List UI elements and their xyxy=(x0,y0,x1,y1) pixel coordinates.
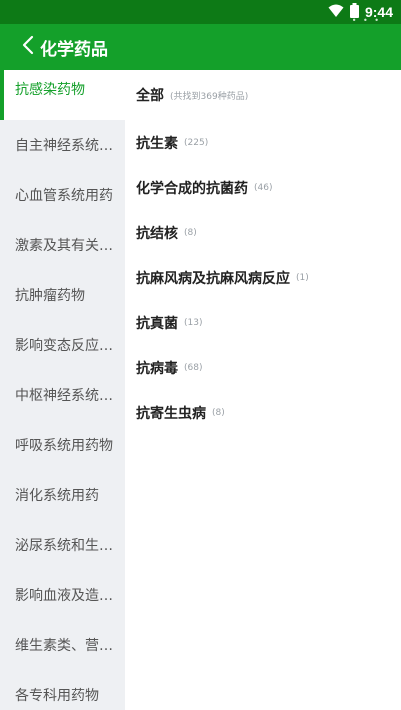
sidebar-item-antineoplastic[interactable]: 抗肿瘤药物 xyxy=(0,270,125,320)
sidebar-item-label: 消化系统用药 xyxy=(15,488,99,504)
subcategory-all[interactable]: 全部 (共找到369种药品) xyxy=(125,70,401,120)
sidebar-item-label: 抗感染药物 xyxy=(15,82,85,98)
subcategory-name: 抗寄生虫病 xyxy=(136,405,206,422)
sidebar-item-respiratory[interactable]: 呼吸系统用药物 xyxy=(0,420,125,470)
category-sidebar: 抗感染药物 自主神经系统用药物 心血管系统用药 激素及其有关药物 抗肿瘤药物 影… xyxy=(0,70,125,710)
sidebar-item-label: 抗肿瘤药物 xyxy=(15,288,85,304)
subcategory-antifungal[interactable]: 抗真菌 (13) xyxy=(125,300,401,345)
sidebar-item-cns[interactable]: 中枢神经系统用药物 xyxy=(0,370,125,420)
sidebar-item-label: 中枢神经系统用药物 xyxy=(15,388,119,404)
sidebar-item-autonomic[interactable]: 自主神经系统用药物 xyxy=(0,120,125,170)
subcategory-list: 全部 (共找到369种药品) 抗生素 (225) 化学合成的抗菌药 (46) 抗… xyxy=(125,70,401,710)
subcategory-tuberculosis[interactable]: 抗结核 (8) xyxy=(125,210,401,255)
subcategory-name: 抗麻风病及抗麻风病反应 xyxy=(136,270,290,287)
subcategory-leprosy[interactable]: 抗麻风病及抗麻风病反应 (1) xyxy=(125,255,401,300)
sidebar-item-anti-infective[interactable]: 抗感染药物 xyxy=(0,70,125,120)
sidebar-item-urinary[interactable]: 泌尿系统和生殖系统用药 xyxy=(0,520,125,570)
subcategory-antiparasitic[interactable]: 抗寄生虫病 (8) xyxy=(125,390,401,435)
app-bar: 化学药品 xyxy=(0,24,401,70)
subcategory-name: 抗病毒 xyxy=(136,360,178,377)
sidebar-item-label: 维生素类、营养类药物 xyxy=(15,638,119,654)
page-title: 化学药品 xyxy=(40,39,108,60)
subcategory-count: (8) xyxy=(212,407,225,418)
subcategory-count: (46) xyxy=(254,182,273,193)
subcategory-name: 抗真菌 xyxy=(136,315,178,332)
subcategory-antibiotics[interactable]: 抗生素 (225) xyxy=(125,120,401,165)
back-button[interactable] xyxy=(0,24,34,70)
subcategory-count: (8) xyxy=(184,227,197,238)
subcategory-count: (共找到369种药品) xyxy=(170,91,249,102)
sidebar-item-label: 影响变态反应和免疫功能的药物 xyxy=(15,338,119,354)
sidebar-item-label: 影响血液及造血系统的药物 xyxy=(15,588,119,604)
subcategory-name: 全部 xyxy=(136,88,164,104)
subcategory-count: (13) xyxy=(184,317,203,328)
sidebar-item-label: 呼吸系统用药物 xyxy=(15,438,113,454)
sidebar-item-cardiovascular[interactable]: 心血管系统用药 xyxy=(0,170,125,220)
subcategory-antiviral[interactable]: 抗病毒 (68) xyxy=(125,345,401,390)
subcategory-count: (1) xyxy=(296,272,309,283)
sidebar-item-label: 各专科用药物 xyxy=(15,688,99,704)
sidebar-item-label: 泌尿系统和生殖系统用药 xyxy=(15,538,119,554)
subcategory-name: 抗结核 xyxy=(136,225,178,242)
subcategory-name: 抗生素 xyxy=(136,135,178,152)
subcategory-count: (225) xyxy=(184,137,209,148)
sidebar-item-label: 激素及其有关药物 xyxy=(15,238,119,254)
sidebar-item-hormones[interactable]: 激素及其有关药物 xyxy=(0,220,125,270)
sidebar-item-immune[interactable]: 影响变态反应和免疫功能的药物 xyxy=(0,320,125,370)
sidebar-item-specialty[interactable]: 各专科用药物 xyxy=(0,670,125,710)
status-bar: 9:44 • • • xyxy=(0,0,401,25)
sidebar-item-label: 自主神经系统用药物 xyxy=(15,138,119,154)
subcategory-name: 化学合成的抗菌药 xyxy=(136,180,248,197)
chevron-left-icon xyxy=(22,35,34,59)
sidebar-item-blood[interactable]: 影响血液及造血系统的药物 xyxy=(0,570,125,620)
sidebar-item-label: 心血管系统用药 xyxy=(15,188,113,204)
wifi-icon xyxy=(328,3,344,22)
sidebar-item-vitamins[interactable]: 维生素类、营养类药物 xyxy=(0,620,125,670)
sidebar-item-digestive[interactable]: 消化系统用药 xyxy=(0,470,125,520)
subcategory-synthetic-antibacterial[interactable]: 化学合成的抗菌药 (46) xyxy=(125,165,401,210)
subcategory-count: (68) xyxy=(184,362,203,373)
